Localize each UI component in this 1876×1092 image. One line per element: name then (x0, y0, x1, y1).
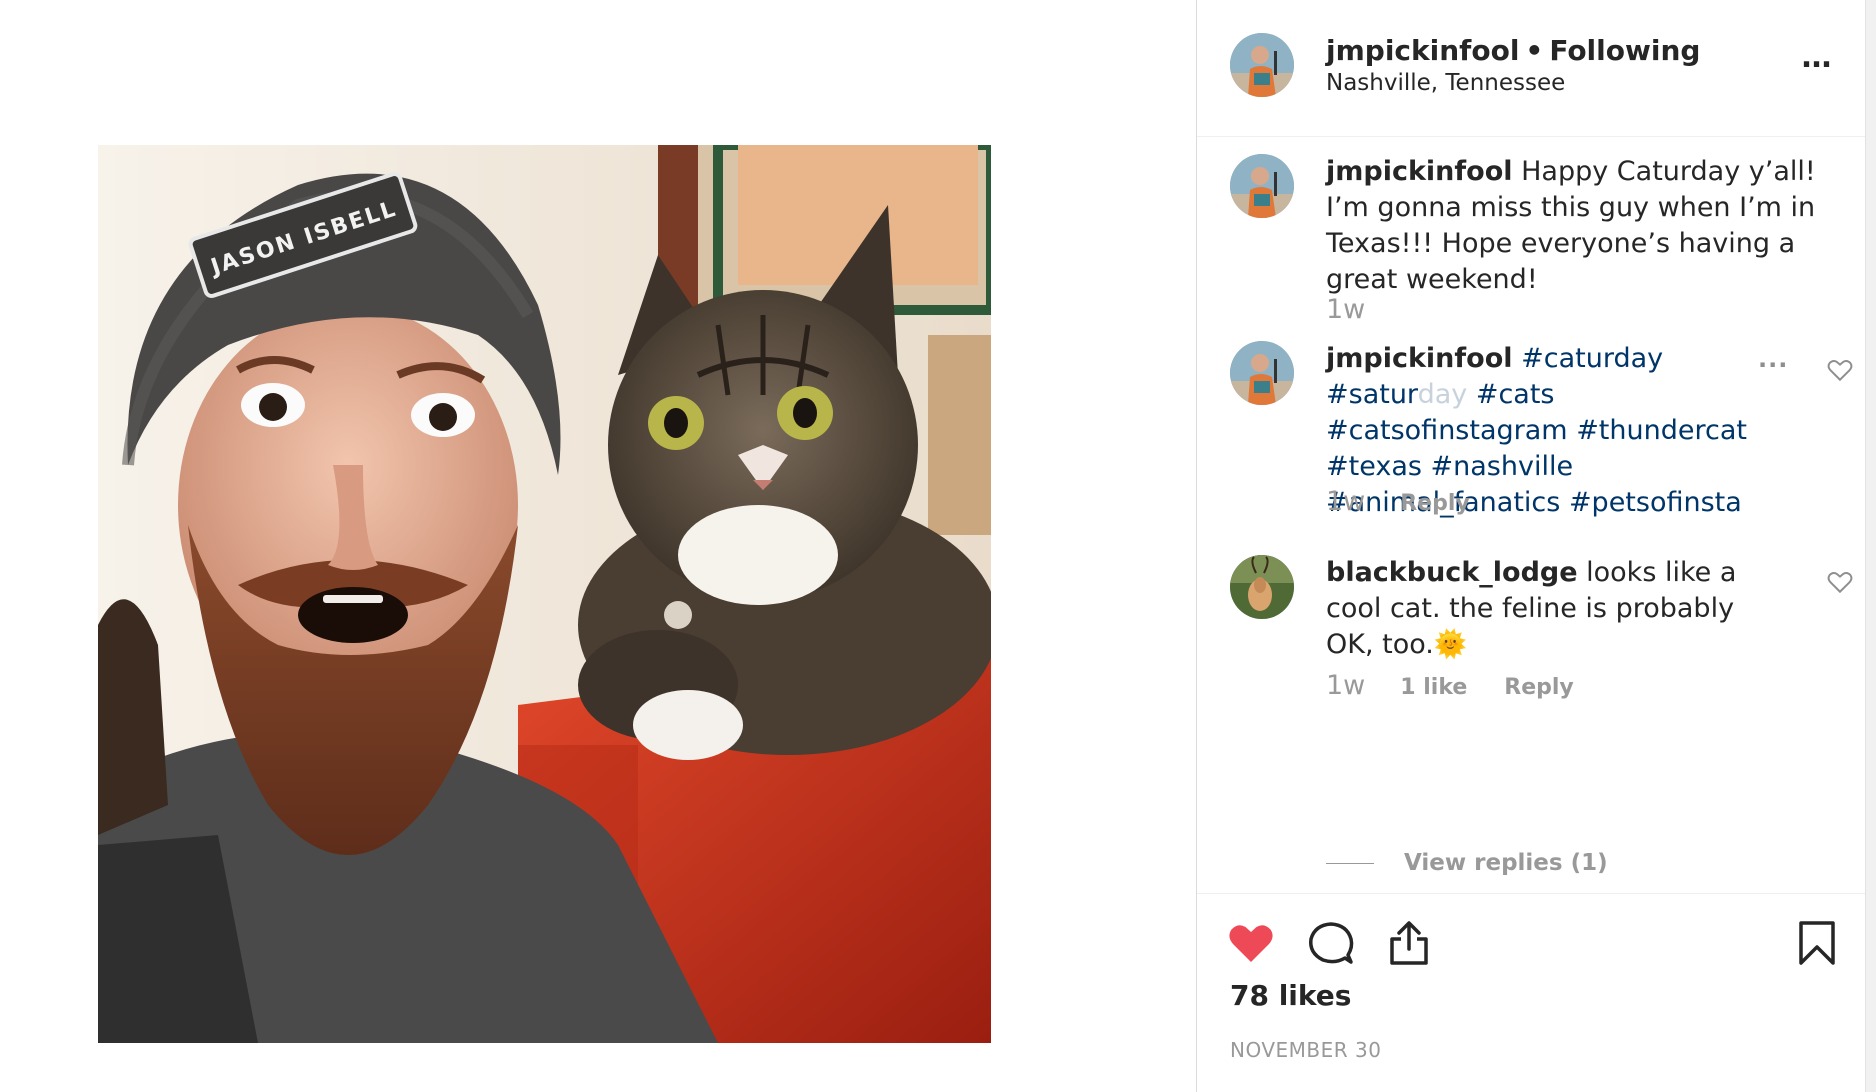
more-icon[interactable]: … (1797, 43, 1837, 80)
caption: jmpickinfool Happy Caturday y’all! I’m g… (1230, 154, 1850, 334)
follow-status-button[interactable]: Following (1549, 34, 1700, 67)
comment-time[interactable]: 1w (1326, 486, 1365, 517)
comment-meta: 1w 1 like Reply (1326, 670, 1604, 701)
comment-meta: 1w Reply (1326, 486, 1500, 517)
hashtag-link[interactable]: #nashville (1431, 451, 1574, 482)
comment-username[interactable]: blackbuck_lodge (1326, 557, 1578, 588)
post-media-area: JASON ISBELL (0, 0, 1196, 1092)
bookmark-icon[interactable] (1793, 919, 1841, 967)
comment-likes-link[interactable]: 1 like (1400, 675, 1467, 700)
hashtag-link[interactable]: #caturday (1521, 343, 1663, 374)
hashtag-link[interactable]: #thundercat (1576, 415, 1747, 446)
caption-time[interactable]: 1w (1326, 294, 1365, 325)
comment-body: blackbuck_lodge looks like a cool cat. t… (1326, 555, 1786, 663)
hashtag-link[interactable]: #petsofinsta (1569, 487, 1742, 518)
reply-button[interactable]: Reply (1400, 491, 1470, 516)
view-replies-label: View replies (1) (1404, 850, 1608, 876)
post-header: jmpickinfool • Following Nashville, Tennes… (1197, 0, 1865, 137)
post-date[interactable]: NOVEMBER 30 (1230, 1038, 1382, 1062)
comment-options-icon[interactable]: ... (1758, 345, 1788, 373)
post-location[interactable]: Nashville, Tennessee (1326, 70, 1565, 96)
sun-emoji: 🌞 (1433, 629, 1468, 660)
author-username[interactable]: jmpickinfool (1326, 34, 1519, 67)
comment-username[interactable]: jmpickinfool (1326, 343, 1513, 374)
photo-illustration: JASON ISBELL (98, 145, 991, 1043)
reply-button[interactable]: Reply (1504, 675, 1574, 700)
hashtag-link[interactable]: #texas (1326, 451, 1422, 482)
heart-outline-icon[interactable] (1827, 358, 1853, 382)
caption-username[interactable]: jmpickinfool (1326, 156, 1513, 187)
post-actions: 78 likes NOVEMBER 30 (1197, 893, 1865, 1092)
separator-dot: • (1525, 34, 1544, 67)
hashtag-link[interactable]: #catsofinstagram (1326, 415, 1568, 446)
author-line: jmpickinfool • Following (1326, 34, 1700, 67)
heart-outline-icon[interactable] (1827, 570, 1853, 594)
page-scrollbar[interactable] (1865, 0, 1876, 1092)
comment-item: blackbuck_lodge looks like a cool cat. t… (1230, 555, 1853, 755)
post-photo[interactable]: JASON ISBELL (98, 145, 991, 1043)
hashtag-link[interactable]: #cats (1476, 379, 1555, 410)
comment-icon[interactable] (1307, 919, 1355, 967)
likes-count[interactable]: 78 likes (1230, 979, 1351, 1012)
comment-time[interactable]: 1w (1326, 670, 1365, 701)
view-replies-button[interactable]: View replies (1) (1326, 850, 1608, 876)
hashtag-link[interactable]: #saturday (1326, 379, 1467, 410)
caption-avatar[interactable] (1230, 154, 1294, 218)
author-avatar[interactable] (1230, 33, 1294, 97)
comment-item: jmpickinfool #caturday #saturday #cats #… (1230, 341, 1853, 521)
heart-filled-icon[interactable] (1227, 919, 1275, 967)
comment-avatar[interactable] (1230, 341, 1294, 405)
post-panel: jmpickinfool • Following Nashville, Tennes… (1196, 0, 1865, 1092)
share-icon[interactable] (1385, 919, 1433, 967)
caption-body: jmpickinfool Happy Caturday y’all! I’m g… (1326, 154, 1826, 298)
comment-avatar[interactable] (1230, 555, 1294, 619)
view-replies-line (1326, 863, 1374, 864)
caption-meta: 1w (1326, 294, 1393, 325)
